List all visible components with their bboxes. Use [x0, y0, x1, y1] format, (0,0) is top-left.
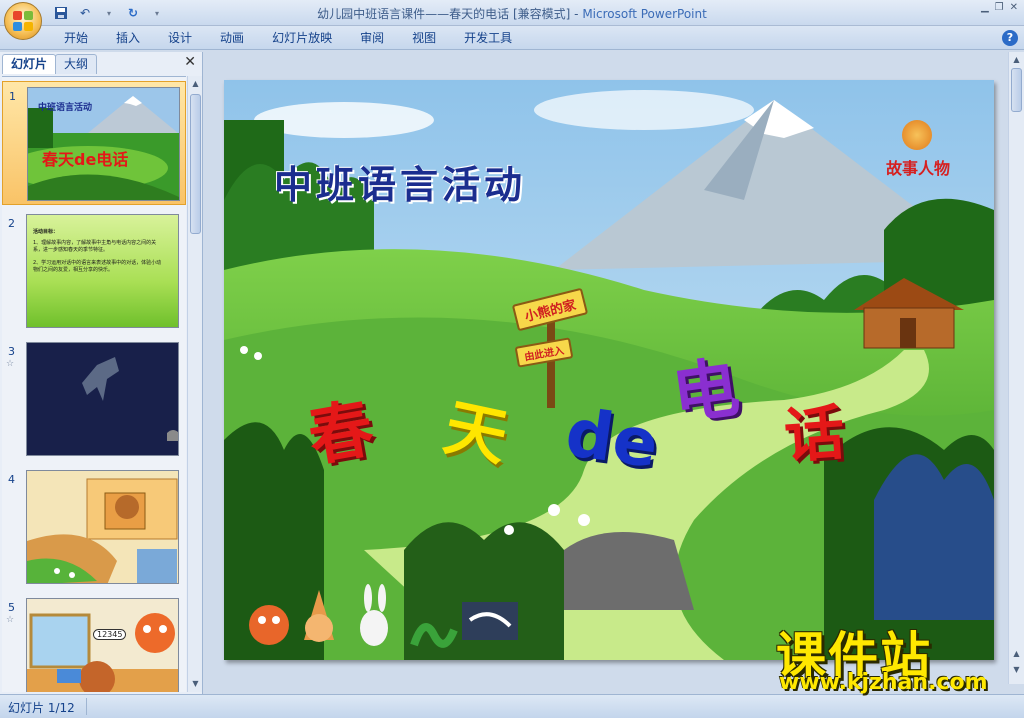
slide-number: 2: [8, 217, 15, 230]
slide-counter: 幻灯片 1/12: [8, 701, 75, 715]
close-window-icon[interactable]: ✕: [1010, 2, 1018, 13]
scroll-up-icon[interactable]: ▲: [1011, 54, 1022, 66]
slide-preview: 活动目标： 1、理解故事内容，了解故事中主角与电话内容之间的关系，进一步感知春天…: [26, 214, 179, 328]
office-logo-icon: [13, 11, 33, 31]
slide-thumbnail-1[interactable]: 1 中班语言活动 春天de电话: [2, 81, 186, 205]
title-bar: ↶ ▾ ↻ ▾ 幼儿园中班语言课件——春天的电话 [兼容模式] - Micros…: [0, 0, 1024, 26]
window-title: 幼儿园中班语言课件——春天的电话 [兼容模式] - Microsoft Powe…: [0, 5, 1024, 22]
title-word-3[interactable]: de: [561, 394, 663, 483]
panel-tabs: 幻灯片 大纲: [2, 54, 200, 74]
slide-number: 3: [8, 345, 15, 358]
minimize-icon[interactable]: ▁: [981, 2, 989, 13]
slide-preview: 中班语言活动 春天de电话: [27, 87, 180, 201]
thumbnail-scrollbar[interactable]: ▲ ▼: [187, 76, 202, 692]
scroll-down-icon[interactable]: ▼: [190, 678, 201, 690]
restore-icon[interactable]: ❐: [995, 2, 1004, 13]
slide-number: 4: [8, 473, 15, 486]
tab-review[interactable]: 审阅: [346, 30, 398, 46]
ribbon-tabs: 开始 插入 设计 动画 幻灯片放映 审阅 视图 开发工具: [50, 30, 526, 46]
app-name: Microsoft PowerPoint: [582, 7, 707, 21]
slide-thumbnail-list: 1 中班语言活动 春天de电话 2 活动目标： 1、理解故事内容，了解故事中主角…: [2, 76, 186, 692]
tab-slideshow[interactable]: 幻灯片放映: [258, 30, 346, 46]
current-slide[interactable]: 中班语言活动 故事人物 小熊的家 由此进入 春 天 de 电 话: [224, 80, 994, 660]
animation-star-icon: ☆: [6, 359, 15, 369]
slide-thumbnail-5[interactable]: 5 ☆ 12345: [2, 593, 186, 692]
story-characters-icon: [902, 120, 932, 150]
ribbon: 开始 插入 设计 动画 幻灯片放映 审阅 视图 开发工具 ?: [0, 26, 1024, 50]
prev-slide-icon[interactable]: ▲: [1011, 648, 1022, 660]
animation-star-icon: ☆: [6, 615, 15, 625]
status-divider: [86, 698, 87, 715]
phone-number-bubble: 12345: [93, 629, 127, 640]
tab-insert[interactable]: 插入: [102, 30, 154, 46]
slide-preview: [26, 470, 179, 584]
slide-editing-area: 中班语言活动 故事人物 小熊的家 由此进入 春 天 de 电 话: [205, 52, 1008, 684]
mini-title: 中班语言活动: [38, 103, 93, 113]
window-controls: ▁ ❐ ✕: [981, 2, 1018, 13]
document-title: 幼儿园中班语言课件——春天的电话 [兼容模式] -: [317, 7, 583, 21]
slide-thumbnail-3[interactable]: 3 ☆: [2, 337, 186, 461]
mini-line: 2、学习运用对话中的语言来表述故事中的对话，体验小动物们之间的友爱，相互分享的快…: [33, 260, 162, 273]
tab-view[interactable]: 视图: [398, 30, 450, 46]
panel-close-icon[interactable]: ✕: [184, 54, 196, 70]
scrollbar-thumb[interactable]: [190, 94, 201, 234]
slide-preview: 12345: [26, 598, 179, 692]
mini-line: 活动目标：: [33, 229, 59, 235]
tab-outline[interactable]: 大纲: [55, 54, 98, 74]
slide-preview: [26, 342, 179, 456]
title-word-4[interactable]: 电: [666, 334, 745, 438]
tab-design[interactable]: 设计: [154, 30, 206, 46]
status-bar: 幻灯片 1/12: [0, 694, 1024, 718]
slide-number: 1: [9, 90, 16, 103]
scrollbar-thumb[interactable]: [1011, 68, 1022, 112]
mini-text-block: 活动目标： 1、理解故事内容，了解故事中主角与电话内容之间的关系，进一步感知春天…: [33, 229, 163, 274]
tab-slides[interactable]: 幻灯片: [2, 54, 57, 74]
next-slide-icon[interactable]: ▼: [1011, 664, 1022, 676]
tab-animations[interactable]: 动画: [206, 30, 258, 46]
slide-title[interactable]: 中班语言活动: [274, 154, 526, 209]
mini-word: 春天de电话: [42, 150, 129, 169]
slide-thumbnail-2[interactable]: 2 活动目标： 1、理解故事内容，了解故事中主角与电话内容之间的关系，进一步感知…: [2, 209, 186, 333]
watermark-url: www.kjzhan.com: [779, 670, 988, 695]
help-icon[interactable]: ?: [1002, 30, 1018, 46]
scroll-up-icon[interactable]: ▲: [190, 78, 201, 90]
slides-panel: 幻灯片 大纲 ✕ 1 中班语言活动 春天de电话 2 活动目标： 1、理解故事内…: [0, 52, 203, 694]
title-word-5[interactable]: 话: [781, 384, 847, 475]
tab-developer[interactable]: 开发工具: [450, 30, 526, 46]
story-characters-link[interactable]: 故事人物: [886, 155, 950, 179]
office-button[interactable]: [4, 2, 42, 40]
slide-scrollbar[interactable]: ▲ ▲ ▼: [1008, 52, 1024, 684]
slide-number: 5: [8, 601, 15, 614]
tab-home[interactable]: 开始: [50, 30, 102, 46]
slide-thumbnail-4[interactable]: 4: [2, 465, 186, 589]
mini-line: 1、理解故事内容，了解故事中主角与电话内容之间的关系，进一步感知春天的季节特征。: [33, 240, 157, 253]
